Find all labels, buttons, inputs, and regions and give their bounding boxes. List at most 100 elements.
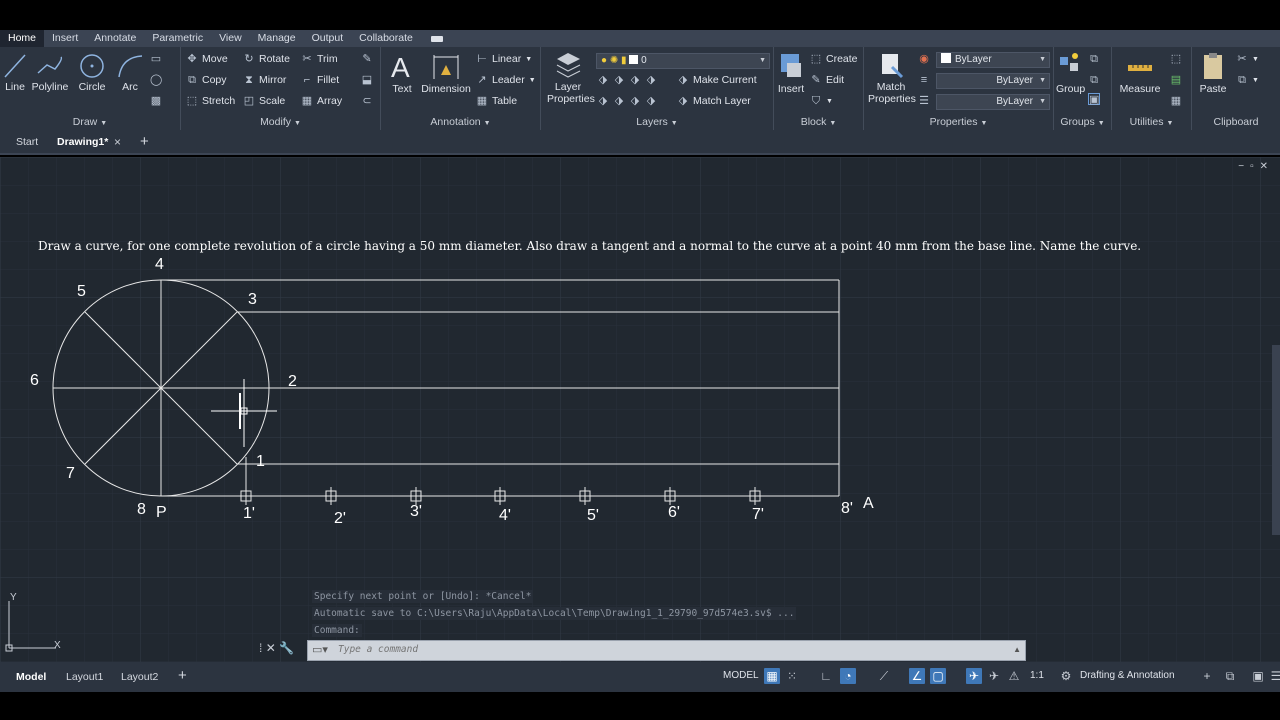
polar-tracking-icon[interactable]: ◔	[840, 668, 856, 684]
grid-icon[interactable]: ▦	[764, 668, 780, 684]
model-space-toggle[interactable]: MODEL	[723, 670, 759, 681]
snap-icon[interactable]: ⁙	[784, 668, 800, 684]
quick-select-button[interactable]: ⬚	[1170, 53, 1182, 65]
isodraft-icon[interactable]: ⟋	[876, 668, 892, 684]
layout2-tab[interactable]: Layout2	[121, 671, 158, 683]
group-edit-button[interactable]: ⧉	[1088, 74, 1100, 86]
group-select-button[interactable]: ▣	[1088, 93, 1100, 106]
properties-panel-title[interactable]: Properties ▼	[864, 116, 1053, 128]
groups-panel-title[interactable]: Groups ▼	[1054, 116, 1111, 128]
drawing1-tab[interactable]: Drawing1*	[57, 136, 108, 148]
customize-icon[interactable]: ☰	[1268, 668, 1280, 684]
linetype-button[interactable]: ≡	[918, 74, 930, 86]
grip-icon[interactable]: ⁞	[259, 641, 262, 655]
text-tool[interactable]: A Text	[387, 51, 417, 95]
polyline-tool[interactable]: Polyline	[30, 53, 70, 93]
clean-screen-icon[interactable]: ▣	[1250, 668, 1266, 684]
cut-button[interactable]: ✂ ▼	[1236, 53, 1259, 65]
layer-dropdown[interactable]: ● ✺ ▮ 0 ▼	[596, 53, 770, 69]
insert-block-tool[interactable]: Insert	[776, 51, 806, 95]
layer-properties-tool[interactable]: Layer Properties	[547, 51, 595, 105]
layout1-tab[interactable]: Layout1	[66, 671, 103, 683]
block-attributes-button[interactable]: ⛉ ▼	[810, 95, 833, 107]
annotation-monitor-icon[interactable]: +	[1199, 668, 1215, 684]
annotation-scale-icon[interactable]: ⚠	[1006, 668, 1022, 684]
close-icon[interactable]: ✕	[266, 641, 276, 655]
line-tool[interactable]: Line	[2, 53, 28, 93]
new-tab-icon[interactable]: +	[140, 133, 149, 150]
customize-wrench-icon[interactable]: 🔧	[279, 641, 294, 655]
annotation-panel-title[interactable]: Annotation ▼	[381, 116, 540, 128]
tab-collaborate[interactable]: Collaborate	[351, 30, 421, 47]
command-line[interactable]: ▭▾ ▲	[307, 640, 1026, 661]
tab-manage[interactable]: Manage	[250, 30, 304, 47]
utilities-panel-title[interactable]: Utilities ▼	[1112, 116, 1191, 128]
ribbon-options-icon[interactable]	[430, 35, 443, 42]
clipboard-panel-title[interactable]: Clipboard	[1192, 116, 1280, 128]
move-tool[interactable]: ✥ Move	[186, 53, 227, 65]
copy-clip-button[interactable]: ⧉ ▼	[1236, 74, 1259, 86]
trim-tool[interactable]: ✂ Trim	[301, 53, 337, 65]
close-tab-icon[interactable]: ×	[114, 135, 121, 149]
tab-view[interactable]: View	[211, 30, 250, 47]
group-tool[interactable]: Group	[1056, 51, 1085, 95]
mirror-tool[interactable]: ⧗ Mirror	[243, 74, 286, 86]
drawing-canvas[interactable]: −▫✕ Draw a curve, for one complete revol…	[0, 157, 1280, 662]
stretch-tool[interactable]: ⬚ Stretch	[186, 95, 235, 107]
isolate-objects-icon[interactable]: ⧉	[1222, 668, 1238, 684]
command-input[interactable]	[338, 644, 978, 655]
ortho-icon[interactable]: ∟	[818, 668, 834, 684]
paste-tool[interactable]: Paste	[1198, 51, 1228, 95]
array-tool[interactable]: ▦ Array	[301, 95, 342, 107]
tab-parametric[interactable]: Parametric	[144, 30, 211, 47]
measure-tool[interactable]: Measure	[1116, 53, 1164, 95]
command-history-toggle-icon[interactable]: ▲	[1013, 645, 1021, 654]
calculator-button[interactable]: ▦	[1170, 95, 1182, 107]
lineweight-dropdown[interactable]: ByLayer ▼	[936, 94, 1050, 110]
object-snap-tracking-icon[interactable]: ∠	[909, 668, 925, 684]
color-dropdown[interactable]: ByLayer ▼	[936, 52, 1050, 68]
workspace-gear-icon[interactable]: ⚙	[1058, 668, 1074, 684]
match-layer-button[interactable]: ⬗ Match Layer	[677, 95, 751, 107]
object-snap-icon[interactable]: ▢	[930, 668, 946, 684]
tab-home[interactable]: Home	[0, 30, 45, 47]
navigation-bar[interactable]	[1272, 345, 1280, 535]
start-tab[interactable]: Start	[16, 136, 38, 148]
linear-tool[interactable]: ⊢ Linear ▼	[476, 53, 532, 65]
lineweight-button[interactable]: ☰	[918, 95, 930, 107]
dimension-tool[interactable]: Dimension	[421, 53, 471, 95]
hatch-tool[interactable]: ◯	[150, 74, 162, 86]
explode-tool[interactable]: ⬓	[361, 74, 373, 86]
match-properties-tool[interactable]: Match Properties	[868, 51, 916, 105]
erase-tool[interactable]: ✎	[361, 53, 373, 65]
annotation-visibility-icon[interactable]: ✈	[966, 668, 982, 684]
create-block-button[interactable]: ⬚ Create	[810, 53, 858, 65]
block-panel-title[interactable]: Block ▼	[774, 116, 863, 128]
copy-tool[interactable]: ⧉ Copy	[186, 74, 226, 86]
ungroup-button[interactable]: ⧉	[1088, 53, 1100, 65]
fillet-tool[interactable]: ⌐ Fillet	[301, 74, 339, 86]
tab-annotate[interactable]: Annotate	[86, 30, 144, 47]
auto-scale-icon[interactable]: ✈	[986, 668, 1002, 684]
rotate-tool[interactable]: ↻ Rotate	[243, 53, 290, 65]
draw-panel-title[interactable]: Draw ▼	[0, 116, 180, 128]
workspace-dropdown[interactable]: Drafting & Annotation	[1080, 670, 1175, 681]
modify-panel-title[interactable]: Modify ▼	[181, 116, 380, 128]
model-tab[interactable]: Model	[16, 671, 46, 683]
make-current-button[interactable]: ⬗ Make Current	[677, 74, 757, 86]
layer-tools-row1[interactable]: ⬗ ⬗ ⬗ ⬗	[597, 74, 657, 86]
table-tool[interactable]: ▦ Table	[476, 95, 517, 107]
add-layout-icon[interactable]: +	[178, 667, 187, 684]
rectangle-tool[interactable]: ▭	[150, 53, 162, 65]
command-line-controls[interactable]: ⁞ ✕ 🔧	[259, 641, 294, 655]
leader-tool[interactable]: ↗ Leader ▼	[476, 74, 535, 86]
color-wheel-button[interactable]: ◉	[918, 53, 930, 65]
layer-tools-row2[interactable]: ⬗ ⬗ ⬗ ⬗	[597, 95, 657, 107]
edit-block-button[interactable]: ✎ Edit	[810, 74, 844, 86]
annotation-scale-dropdown[interactable]: 1:1	[1030, 670, 1044, 681]
offset-tool[interactable]: ⊂	[361, 95, 373, 107]
tab-insert[interactable]: Insert	[44, 30, 86, 47]
arc-tool[interactable]: Arc	[114, 53, 146, 93]
viewport-controls[interactable]: −▫✕	[1238, 161, 1274, 172]
select-all-button[interactable]: ▤	[1170, 74, 1182, 86]
